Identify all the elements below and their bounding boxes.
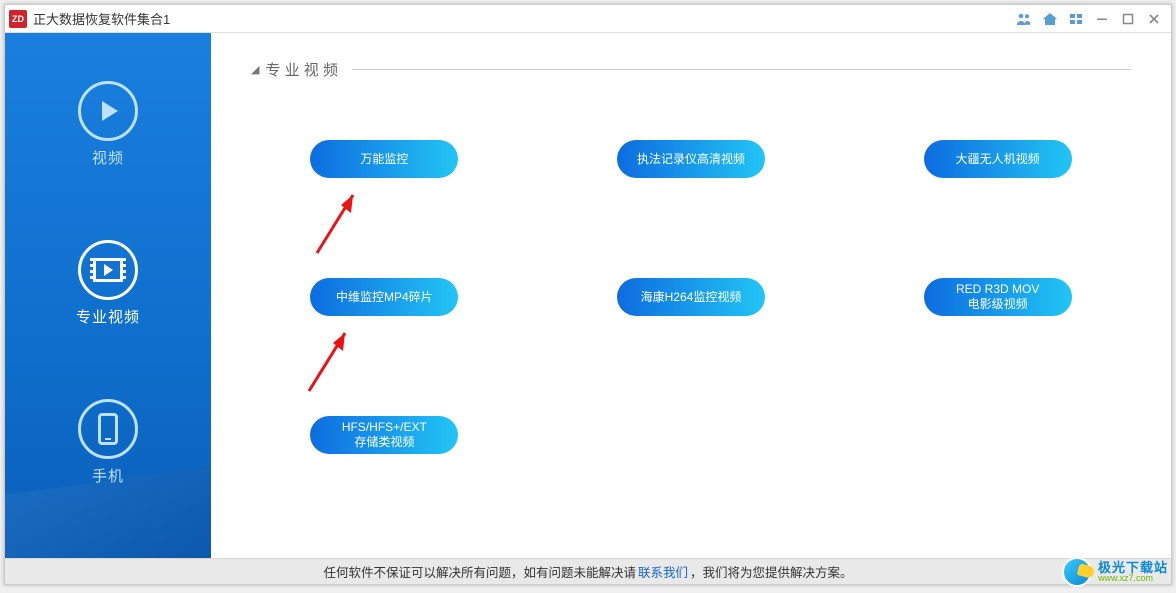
close-button[interactable] (1141, 8, 1167, 30)
tool-hfs-ext-storage[interactable]: HFS/HFS+/EXT存储类视频 (310, 416, 458, 454)
tool-red-r3d-mov[interactable]: RED R3D MOV电影级视频 (924, 278, 1072, 316)
title-buttons (1011, 8, 1167, 30)
tool-label: 中维监控MP4碎片 (336, 290, 433, 305)
section-divider (352, 69, 1131, 70)
window-title: 正大数据恢复软件集合1 (33, 9, 1011, 28)
sidebar-item-pro-video[interactable]: 专业视频 (76, 240, 140, 327)
contact-us-link[interactable]: 联系我们 (638, 562, 688, 581)
tool-label: 万能监控 (360, 152, 408, 167)
maximize-button[interactable] (1115, 8, 1141, 30)
tool-dji-drone-video[interactable]: 大疆无人机视频 (924, 140, 1072, 178)
play-icon (78, 81, 138, 141)
section-arrow-icon: ◢ (251, 63, 259, 76)
main-content: ◢ 专 业 视 频 万能监控 执法记录仪高清视频 大疆无人机视频 中维监控MP4… (211, 33, 1171, 558)
footer-text-1: 任何软件不保证可以解决所有问题，如有问题未能解决请 (323, 562, 636, 581)
sidebar-item-label: 专业视频 (76, 306, 140, 327)
titlebar: ZD 正大数据恢复软件集合1 (5, 5, 1171, 33)
tool-grid: 万能监控 执法记录仪高清视频 大疆无人机视频 中维监控MP4碎片 海康H264监… (251, 140, 1131, 454)
app-window: ZD 正大数据恢复软件集合1 (4, 4, 1172, 585)
sidebar-item-label: 手机 (92, 465, 124, 486)
tool-zhongwei-mp4-fragments[interactable]: 中维监控MP4碎片 (310, 278, 458, 316)
phone-icon (78, 399, 138, 459)
film-icon (78, 240, 138, 300)
tool-label: HFS/HFS+/EXT存储类视频 (342, 420, 427, 450)
sidebar-item-phone[interactable]: 手机 (78, 399, 138, 486)
tool-hikvision-h264[interactable]: 海康H264监控视频 (617, 278, 765, 316)
footer-bar: 任何软件不保证可以解决所有问题，如有问题未能解决请 联系我们 ，我们将为您提供解… (5, 558, 1171, 584)
section-header: ◢ 专 业 视 频 (251, 59, 1131, 80)
tool-universal-monitor[interactable]: 万能监控 (310, 140, 458, 178)
section-title: 专 业 视 频 (265, 59, 338, 80)
sidebar: 视频 专业视频 手机 (5, 33, 211, 558)
theme-icon[interactable] (1063, 8, 1089, 30)
users-icon[interactable] (1011, 8, 1037, 30)
tool-label: 执法记录仪高清视频 (637, 152, 745, 167)
tool-label: RED R3D MOV电影级视频 (956, 282, 1039, 312)
home-icon[interactable] (1037, 8, 1063, 30)
minimize-button[interactable] (1089, 8, 1115, 30)
footer-text-2: ，我们将为您提供解决方案。 (690, 562, 853, 581)
app-logo: ZD (9, 10, 27, 28)
tool-label: 海康H264监控视频 (641, 290, 742, 305)
tool-law-recorder-hd[interactable]: 执法记录仪高清视频 (617, 140, 765, 178)
tool-label: 大疆无人机视频 (956, 152, 1040, 167)
sidebar-item-label: 视频 (92, 147, 124, 168)
sidebar-item-video[interactable]: 视频 (78, 81, 138, 168)
body-area: 视频 专业视频 手机 ◢ 专 业 视 频 万能监控 执法记录仪高清视频 大疆无人… (5, 33, 1171, 558)
